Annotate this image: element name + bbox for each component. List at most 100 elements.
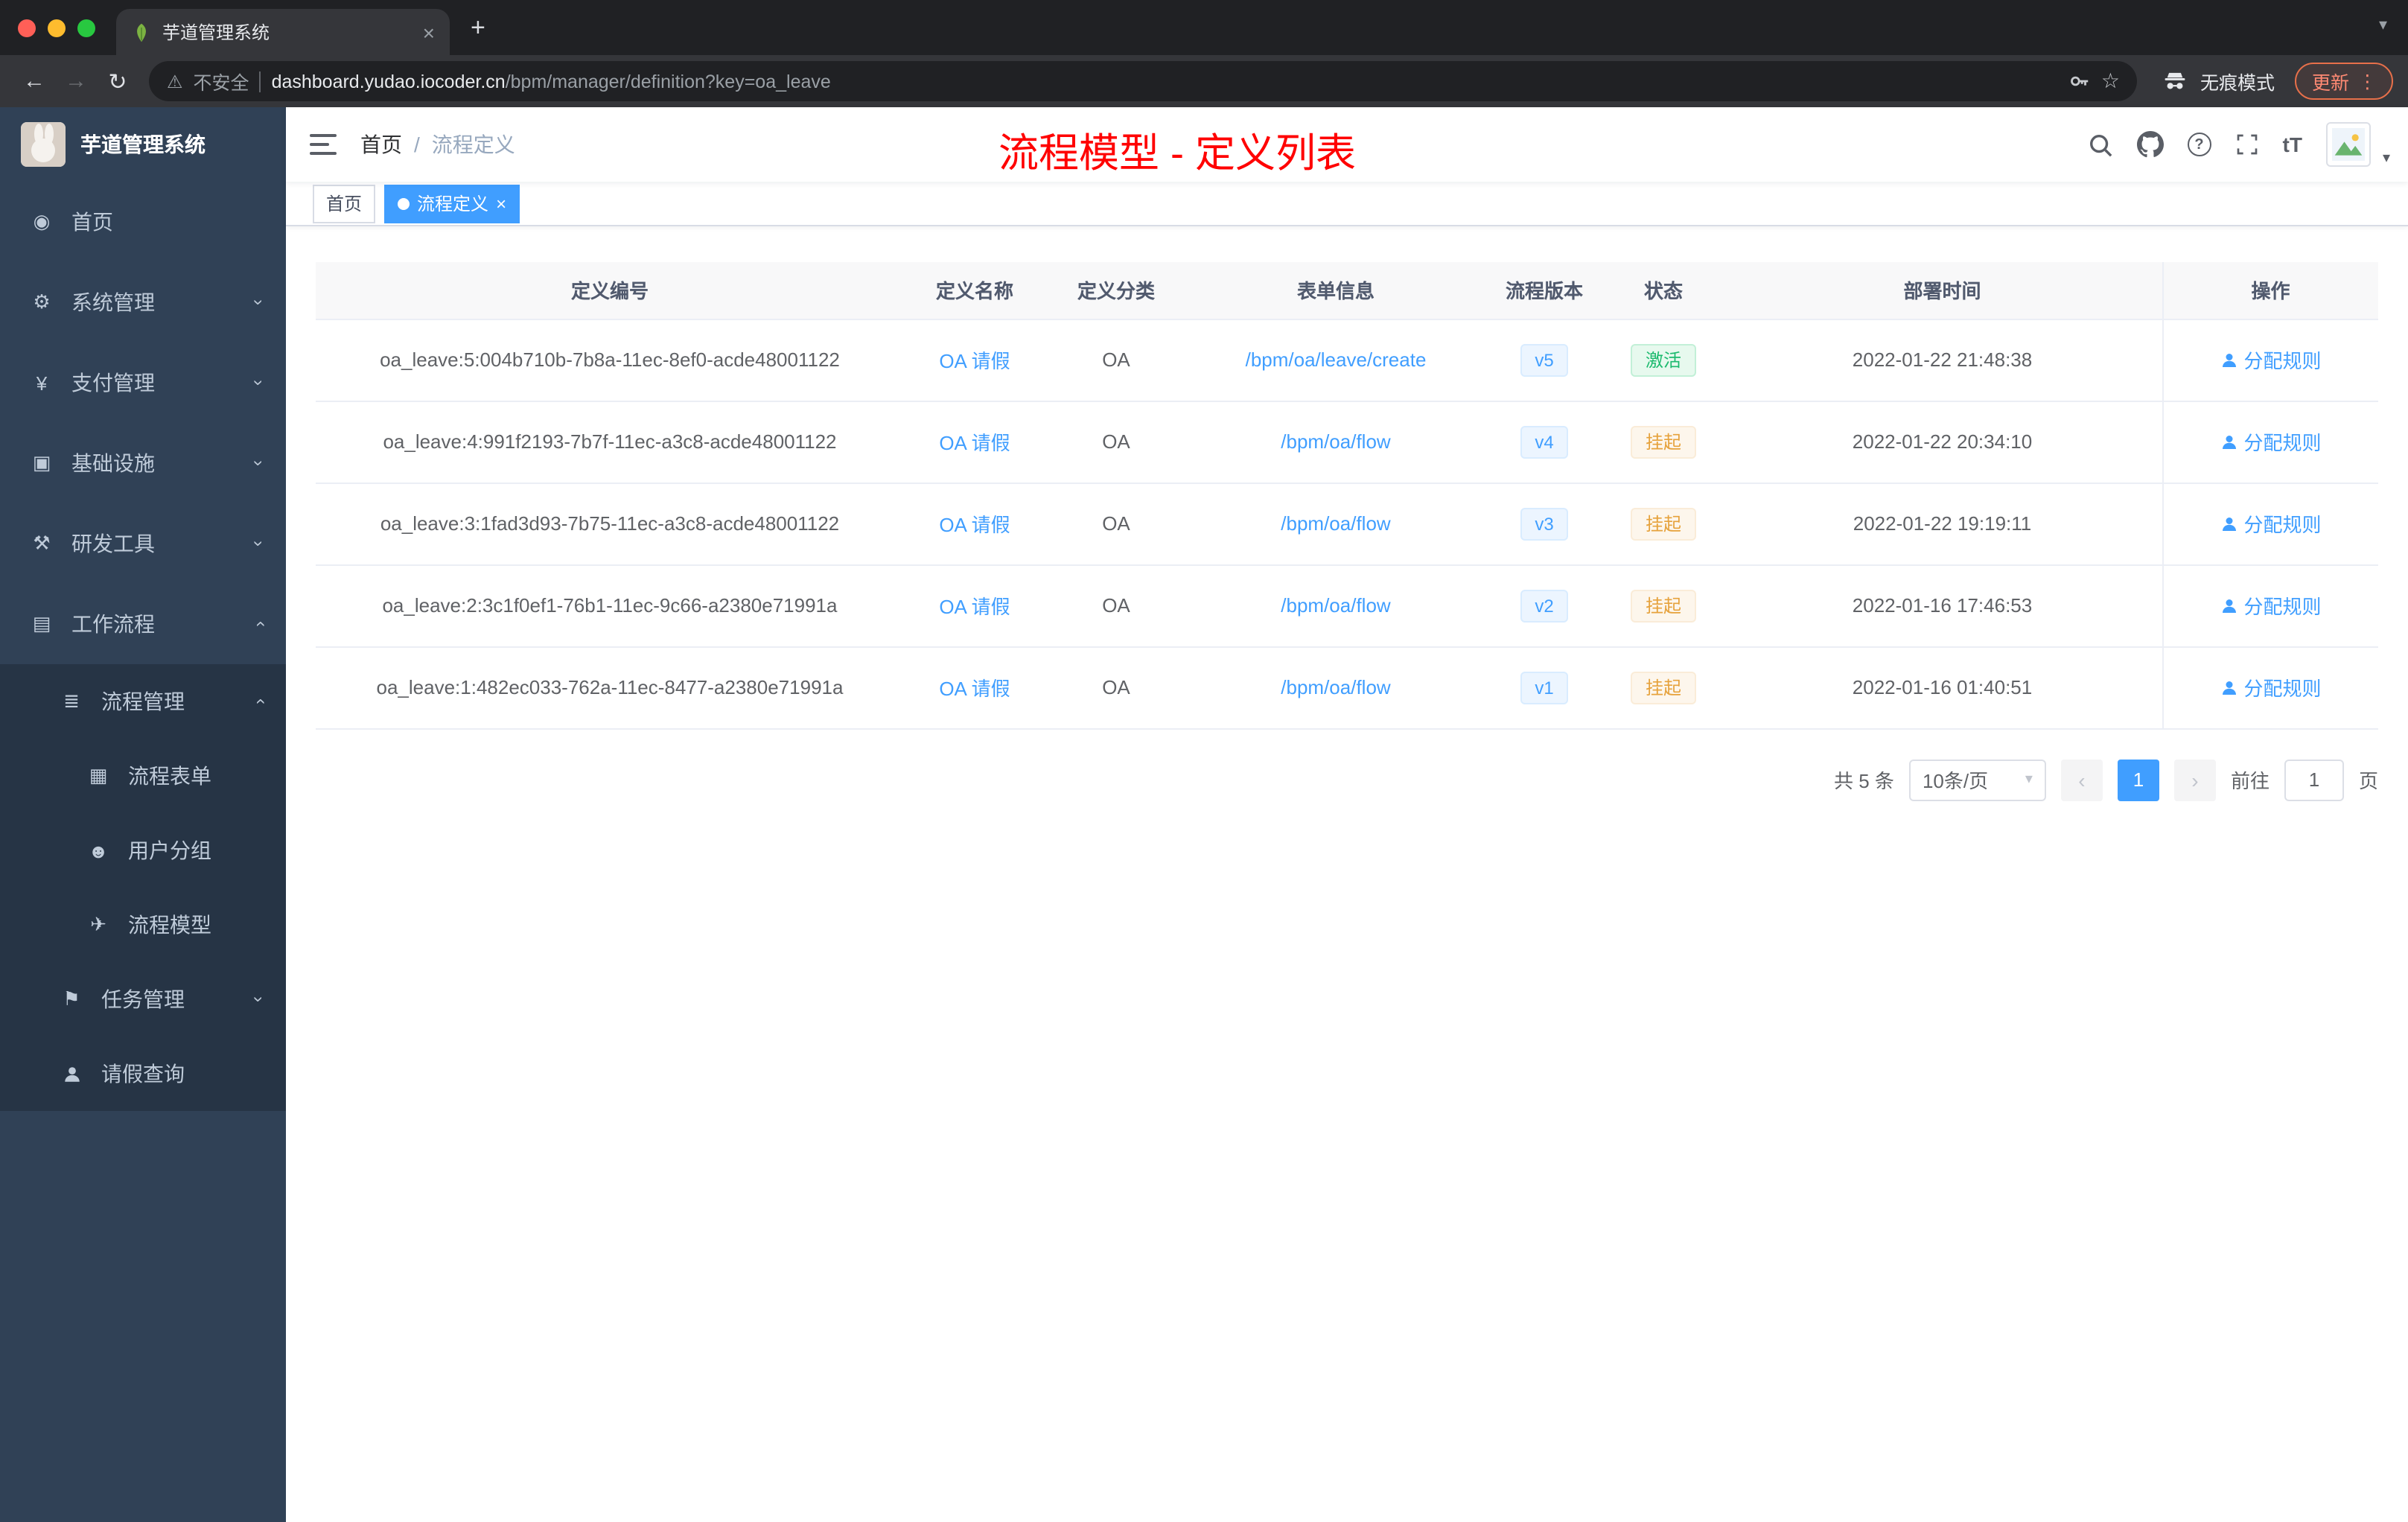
next-page-button[interactable]: ›	[2173, 759, 2216, 800]
chevron-up-icon: ›	[249, 621, 270, 627]
sidebar-item-payment[interactable]: ¥ 支付管理 ›	[0, 343, 286, 423]
definition-name-link[interactable]: OA 请假	[939, 514, 1010, 536]
browser-tab[interactable]: 芋道管理系统 ×	[116, 9, 450, 55]
form-info-link[interactable]: /bpm/oa/flow	[1281, 430, 1390, 453]
assign-rule-link[interactable]: 分配规则	[2220, 591, 2322, 620]
forward-button[interactable]: →	[57, 69, 95, 94]
tab-close-icon[interactable]: ×	[423, 22, 435, 42]
back-button[interactable]: ←	[15, 69, 54, 94]
form-info-link[interactable]: /bpm/oa/flow	[1281, 512, 1390, 535]
definition-category: OA	[1045, 646, 1187, 729]
definition-name-link[interactable]: OA 请假	[939, 350, 1010, 372]
search-icon[interactable]	[2088, 132, 2113, 157]
sidebar-item-label: 基础设施	[71, 451, 155, 475]
sidebar-item-user-group[interactable]: ☻ 用户分组	[0, 813, 286, 888]
pagination-total: 共 5 条	[1834, 770, 1894, 792]
page-size-value: 10条/页	[1922, 770, 1989, 792]
sidebar-item-task-management[interactable]: ⚑ 任务管理 ›	[0, 962, 286, 1037]
form-info-link[interactable]: /bpm/oa/flow	[1281, 594, 1390, 617]
sidebar-item-system[interactable]: ⚙ 系统管理 ›	[0, 262, 286, 343]
sidebar: 芋道管理系统 ◉ 首页 ⚙ 系统管理 › ¥ 支付管理 › ▣ 基础设施 › ⚒…	[0, 107, 286, 1522]
new-tab-button[interactable]: +	[450, 0, 506, 55]
status-badge: 激活	[1630, 343, 1696, 376]
col-deploy-time: 部署时间	[1723, 262, 2162, 319]
tag-close-icon[interactable]: ×	[496, 194, 506, 212]
definition-category: OA	[1045, 319, 1187, 401]
status-badge: 挂起	[1630, 507, 1696, 540]
fullscreen-icon[interactable]	[2235, 133, 2259, 156]
goto-label: 前往	[2230, 770, 2270, 792]
font-size-icon[interactable]: tT	[2283, 133, 2302, 156]
deploy-time: 2022-01-16 17:46:53	[1723, 564, 2162, 647]
browser-menu-dots-icon[interactable]: ⋮	[2358, 70, 2377, 92]
paper-plane-icon: ✈	[90, 913, 106, 935]
prev-page-button[interactable]: ‹	[2060, 759, 2103, 800]
sidebar-item-label: 研发工具	[71, 532, 155, 555]
definition-id: oa_leave:5:004b710b-7b8a-11ec-8ef0-acde4…	[316, 319, 904, 401]
dashboard-icon: ◉	[33, 210, 51, 232]
tag-current[interactable]: 流程定义 ×	[384, 184, 520, 223]
chevron-up-icon: ›	[249, 698, 270, 704]
minimize-window-button[interactable]	[48, 19, 66, 36]
user-group-icon: ☻	[88, 839, 109, 862]
sidebar-item-leave-query[interactable]: 请假查询	[0, 1037, 286, 1111]
avatar[interactable]	[2325, 122, 2371, 167]
sidebar-item-process-model[interactable]: ✈ 流程模型	[0, 888, 286, 962]
status-badge: 挂起	[1630, 589, 1696, 622]
status-badge: 挂起	[1630, 425, 1696, 458]
task-flag-icon: ⚑	[63, 987, 80, 1010]
url-path: /bpm/manager/definition?key=oa_leave	[505, 71, 831, 92]
chevron-down-icon: ›	[249, 996, 270, 1002]
form-icon: ▦	[89, 764, 108, 786]
chevron-down-icon: ›	[249, 541, 270, 547]
goto-page-input[interactable]	[2284, 759, 2344, 800]
assign-rule-link[interactable]: 分配规则	[2220, 346, 2322, 374]
definition-name-link[interactable]: OA 请假	[939, 596, 1010, 618]
chevron-down-icon: ›	[249, 380, 270, 386]
browser-toolbar: ← → ↻ ⚠ 不安全 dashboard.yudao.iocoder.cn /…	[0, 55, 2408, 107]
current-page-button[interactable]: 1	[2117, 759, 2159, 800]
page-size-select[interactable]: 10条/页 ▾	[1908, 759, 2046, 800]
close-window-button[interactable]	[18, 19, 36, 36]
breadcrumb-separator: /	[414, 133, 420, 156]
sidebar-item-process-management[interactable]: ≣ 流程管理 ›	[0, 664, 286, 739]
help-icon[interactable]: ?	[2187, 133, 2211, 156]
app-root: 芋道管理系统 ◉ 首页 ⚙ 系统管理 › ¥ 支付管理 › ▣ 基础设施 › ⚒…	[0, 107, 2408, 1522]
sidebar-item-label: 流程表单	[128, 764, 211, 788]
assign-rule-link[interactable]: 分配规则	[2220, 509, 2322, 538]
sidebar-item-dev-tools[interactable]: ⚒ 研发工具 ›	[0, 503, 286, 584]
bookmark-star-icon[interactable]: ☆	[2101, 69, 2120, 94]
col-process-version: 流程版本	[1485, 262, 1604, 319]
tag-home[interactable]: 首页	[313, 184, 376, 223]
form-info-link[interactable]: /bpm/oa/leave/create	[1246, 348, 1427, 371]
sidebar-item-label: 支付管理	[71, 371, 155, 395]
definition-name-link[interactable]: OA 请假	[939, 678, 1010, 700]
main-area: 首页 / 流程定义 流程模型 - 定义列表 ? tT ▾ 首页 流程定义 × 定…	[286, 107, 2408, 1522]
assign-rule-link[interactable]: 分配规则	[2220, 427, 2322, 456]
form-info-link[interactable]: /bpm/oa/flow	[1281, 676, 1390, 698]
avatar-dropdown-caret-icon[interactable]: ▾	[2383, 150, 2390, 167]
breadcrumb-home[interactable]: 首页	[360, 130, 402, 159]
header-actions: ? tT ▾	[2088, 122, 2408, 167]
github-icon[interactable]	[2136, 131, 2164, 158]
sidebar-item-workflow[interactable]: ▤ 工作流程 ›	[0, 584, 286, 664]
not-secure-label: 不安全	[193, 73, 249, 94]
tools-icon: ⚒	[33, 532, 51, 554]
maximize-window-button[interactable]	[77, 19, 95, 36]
assign-rule-link[interactable]: 分配规则	[2220, 673, 2322, 701]
definition-id: oa_leave:2:3c1f0ef1-76b1-11ec-9c66-a2380…	[316, 564, 904, 647]
browser-update-button[interactable]: 更新 ⋮	[2295, 63, 2393, 100]
definition-category: OA	[1045, 564, 1187, 647]
sidebar-item-infrastructure[interactable]: ▣ 基础设施 ›	[0, 423, 286, 503]
reload-button[interactable]: ↻	[98, 68, 137, 95]
password-key-icon[interactable]	[2068, 70, 2091, 92]
sidebar-item-process-form[interactable]: ▦ 流程表单	[0, 739, 286, 813]
hamburger-icon[interactable]	[286, 134, 360, 155]
sidebar-item-home[interactable]: ◉ 首页	[0, 182, 286, 262]
app-header: 首页 / 流程定义 流程模型 - 定义列表 ? tT ▾	[286, 107, 2408, 182]
definition-name-link[interactable]: OA 请假	[939, 432, 1010, 454]
address-bar[interactable]: ⚠ 不安全 dashboard.yudao.iocoder.cn /bpm/ma…	[149, 61, 2138, 101]
tab-search-chevron-icon[interactable]: ▾	[2379, 15, 2387, 34]
definition-table: 定义编号 定义名称 定义分类 表单信息 流程版本 状态 部署时间 操作 oa_l…	[316, 262, 2378, 729]
sidebar-logo[interactable]: 芋道管理系统	[0, 107, 286, 182]
